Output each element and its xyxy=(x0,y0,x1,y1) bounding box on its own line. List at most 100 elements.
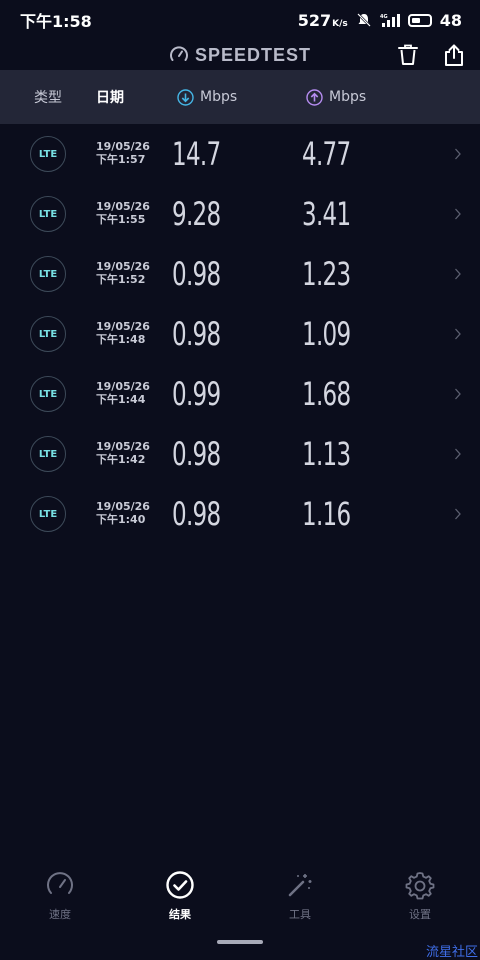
upload-speed: 1.68 xyxy=(302,375,351,413)
result-time: 下午1:44 xyxy=(96,393,146,406)
download-unit: Mbps xyxy=(200,89,238,105)
result-datetime: 19/05/26 下午1:40 xyxy=(96,500,150,526)
result-row[interactable]: LTE 19/05/26 下午1:57 14.7 4.77 xyxy=(0,124,480,184)
delete-button[interactable] xyxy=(396,43,420,67)
nav-settings[interactable]: 设置 xyxy=(360,860,480,930)
upload-arrow-icon xyxy=(306,88,323,106)
chevron-right-icon xyxy=(455,448,461,460)
checkmark-circle-icon xyxy=(166,871,194,899)
nav-settings-label: 设置 xyxy=(409,908,431,921)
battery-percent: 48 xyxy=(439,10,462,30)
result-row[interactable]: LTE 19/05/26 下午1:40 0.98 1.16 xyxy=(0,484,480,544)
result-datetime: 19/05/26 下午1:48 xyxy=(96,320,150,346)
status-bar: 下午1:58 527K/s 4G 48 xyxy=(0,0,480,40)
app-title: SPEEDTEST xyxy=(194,44,312,65)
result-date: 19/05/26 xyxy=(96,500,150,513)
upload-unit: Mbps xyxy=(329,89,367,105)
chevron-right-icon xyxy=(455,148,461,160)
connection-type-badge: LTE xyxy=(30,136,66,172)
speedtest-gauge-icon xyxy=(169,46,188,61)
result-row[interactable]: LTE 19/05/26 下午1:42 0.98 1.13 xyxy=(0,424,480,484)
svg-text:4G: 4G xyxy=(380,14,388,20)
share-button[interactable] xyxy=(442,43,466,67)
chevron-right-icon xyxy=(455,508,461,520)
trash-icon xyxy=(398,44,418,65)
upload-speed: 1.09 xyxy=(302,315,351,353)
result-time: 下午1:42 xyxy=(96,453,146,466)
chevron-right-icon xyxy=(455,328,461,340)
upload-speed: 1.23 xyxy=(302,255,351,293)
chevron-right-icon xyxy=(455,388,461,400)
nav-speed[interactable]: 速度 xyxy=(0,860,120,930)
nav-speed-label: 速度 xyxy=(49,908,71,921)
upload-speed: 3.41 xyxy=(302,195,351,233)
result-datetime: 19/05/26 下午1:44 xyxy=(96,380,150,406)
nav-results-label: 结果 xyxy=(169,908,191,921)
network-speed: 527K/s xyxy=(298,11,348,30)
magic-wand-icon xyxy=(288,874,312,897)
upload-speed: 1.13 xyxy=(302,435,351,473)
result-datetime: 19/05/26 下午1:52 xyxy=(96,260,150,286)
network-speed-unit: K/s xyxy=(332,18,348,29)
watermark: 流星社区 xyxy=(425,945,478,960)
result-row[interactable]: LTE 19/05/26 下午1:48 0.98 1.09 xyxy=(0,304,480,364)
gear-icon xyxy=(405,872,435,900)
result-date: 19/05/26 xyxy=(96,440,150,453)
bottom-navigation: 速度 结果 工具 设置 xyxy=(0,860,480,930)
connection-type-badge: LTE xyxy=(30,496,66,532)
result-row[interactable]: LTE 19/05/26 下午1:55 9.28 3.41 xyxy=(0,184,480,244)
download-speed: 0.98 xyxy=(172,495,221,533)
column-upload[interactable]: Mbps xyxy=(306,88,367,106)
column-type[interactable]: 类型 xyxy=(34,87,62,107)
speedometer-icon xyxy=(47,872,73,894)
chevron-right-icon xyxy=(455,208,461,220)
network-speed-value: 527 xyxy=(297,10,332,30)
result-datetime: 19/05/26 下午1:57 xyxy=(96,140,150,166)
app-header: SPEEDTEST xyxy=(0,40,480,70)
result-date: 19/05/26 xyxy=(96,140,150,153)
download-speed: 0.98 xyxy=(172,255,221,293)
download-speed: 0.99 xyxy=(172,375,221,413)
upload-speed: 1.16 xyxy=(302,495,351,533)
signal-icon: 4G xyxy=(380,14,400,27)
result-time: 下午1:57 xyxy=(96,153,146,166)
connection-type-badge: LTE xyxy=(30,256,66,292)
nav-tools-label: 工具 xyxy=(289,908,311,921)
nav-results[interactable]: 结果 xyxy=(120,860,240,930)
column-date[interactable]: 日期 xyxy=(96,87,124,107)
result-datetime: 19/05/26 下午1:42 xyxy=(96,440,150,466)
connection-type-badge: LTE xyxy=(30,196,66,232)
result-date: 19/05/26 xyxy=(96,200,150,213)
result-date: 19/05/26 xyxy=(96,260,150,273)
result-time: 下午1:48 xyxy=(96,333,146,346)
connection-type-badge: LTE xyxy=(30,316,66,352)
header-actions xyxy=(396,40,466,70)
result-row[interactable]: LTE 19/05/26 下午1:44 0.99 1.68 xyxy=(0,364,480,424)
download-speed: 0.98 xyxy=(172,435,221,473)
result-row[interactable]: LTE 19/05/26 下午1:52 0.98 1.23 xyxy=(0,244,480,304)
battery-level xyxy=(411,17,420,23)
nav-tools[interactable]: 工具 xyxy=(240,860,360,930)
notification-muted-icon xyxy=(356,13,371,27)
connection-type-badge: LTE xyxy=(30,436,66,472)
status-time: 下午1:58 xyxy=(20,12,92,31)
speedtest-logo: SPEEDTEST xyxy=(169,45,311,66)
home-indicator[interactable] xyxy=(217,940,263,944)
result-time: 下午1:52 xyxy=(96,273,146,286)
battery-icon xyxy=(407,13,432,27)
download-speed: 14.7 xyxy=(172,135,221,173)
column-download[interactable]: Mbps xyxy=(177,88,238,106)
result-datetime: 19/05/26 下午1:55 xyxy=(96,200,150,226)
results-list: LTE 19/05/26 下午1:57 14.7 4.77 LTE 19/05/2… xyxy=(0,124,480,544)
status-right: 527K/s 4G 48 xyxy=(298,11,462,30)
result-time: 下午1:40 xyxy=(96,513,146,526)
results-column-header: 类型 日期 Mbps Mbps xyxy=(0,70,480,124)
download-speed: 0.98 xyxy=(172,315,221,353)
connection-type-badge: LTE xyxy=(30,376,66,412)
chevron-right-icon xyxy=(455,268,461,280)
share-icon xyxy=(445,44,463,66)
result-date: 19/05/26 xyxy=(96,380,150,393)
download-speed: 9.28 xyxy=(172,195,221,233)
upload-speed: 4.77 xyxy=(302,135,351,173)
result-time: 下午1:55 xyxy=(96,213,146,226)
